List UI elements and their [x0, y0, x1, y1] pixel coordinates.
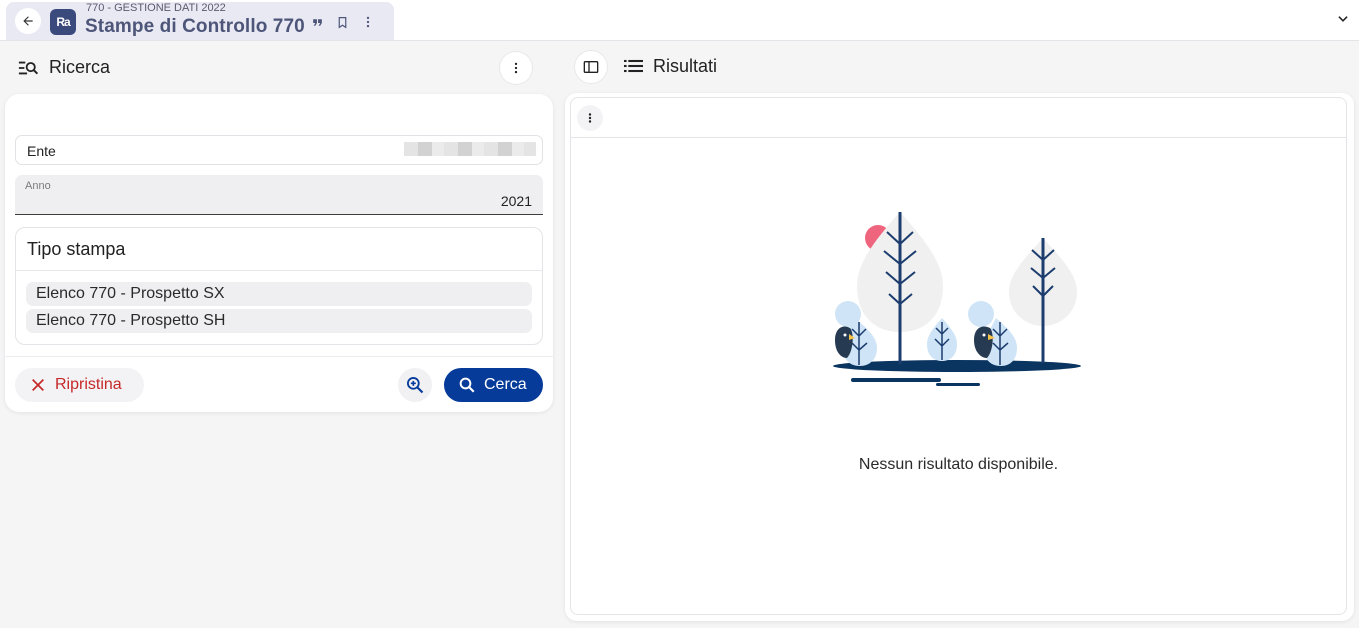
app-tab[interactable]: Ra 770 - GESTIONE DATI 2022 Stampe di Co… — [6, 2, 394, 40]
empty-message: Nessun risultato disponibile. — [858, 456, 1059, 473]
search-panel-title: Ricerca — [49, 57, 111, 77]
bookmark-icon — [338, 16, 346, 28]
tab-subtitle: 770 - GESTIONE DATI 2022 — [86, 2, 226, 14]
search-form-card: Ente Anno 2021 Tipo stampa Elenco 770 - … — [5, 94, 553, 412]
ente-field[interactable]: Ente — [15, 135, 543, 165]
sidebar-toggle-button[interactable] — [574, 50, 608, 84]
tipo-stampa-option[interactable]: Elenco 770 - Prospetto SX — [26, 282, 532, 306]
results-more-button[interactable] — [577, 105, 603, 131]
tipo-stampa-option[interactable]: Elenco 770 - Prospetto SH — [26, 309, 532, 333]
advanced-search-button[interactable] — [398, 368, 432, 402]
search-button[interactable]: Cerca — [444, 368, 543, 402]
quote-button[interactable] — [308, 13, 326, 31]
chevron-down-icon — [1338, 16, 1348, 22]
close-icon — [32, 379, 44, 391]
top-bar: Ra 770 - GESTIONE DATI 2022 Stampe di Co… — [0, 0, 1359, 41]
tipo-stampa-group: Tipo stampa Elenco 770 - Prospetto SX El… — [15, 227, 543, 345]
search-list-icon — [18, 61, 39, 75]
arrow-left-icon — [23, 16, 33, 26]
search-panel-header: Ricerca — [0, 48, 553, 88]
zoom-in-icon — [407, 377, 424, 394]
results-panel-header: Risultati — [565, 48, 1359, 88]
ente-label: Ente — [27, 143, 56, 159]
tab-more-button[interactable] — [359, 13, 377, 31]
more-vertical-icon — [588, 113, 592, 123]
reset-label: Ripristina — [55, 376, 122, 393]
list-icon — [624, 59, 643, 73]
reset-button[interactable]: Ripristina — [15, 368, 144, 402]
tipo-stampa-header: Tipo stampa — [16, 228, 542, 271]
empty-state-illustration — [833, 212, 1081, 386]
results-grid: Nessun risultato disponibile. — [570, 97, 1347, 615]
anno-value: 2021 — [500, 193, 532, 209]
more-vertical-icon — [514, 62, 518, 74]
search-label: Cerca — [484, 376, 527, 393]
anno-field[interactable]: Anno 2021 — [15, 175, 543, 215]
results-panel-title: Risultati — [653, 56, 718, 76]
search-more-button[interactable] — [499, 51, 533, 85]
bookmark-button[interactable] — [333, 13, 351, 31]
more-vertical-icon — [366, 16, 370, 28]
search-icon — [459, 377, 475, 393]
results-card: Nessun risultato disponibile. — [565, 93, 1354, 621]
app-logo-icon: Ra — [50, 9, 76, 35]
results-toolbar — [571, 98, 1346, 138]
tab-title: Stampe di Controllo 770 — [85, 16, 305, 37]
sidebar-toggle-icon — [583, 61, 599, 73]
back-button[interactable] — [15, 8, 41, 34]
anno-label: Anno — [25, 180, 51, 192]
divider — [5, 356, 553, 357]
ente-value-redacted — [404, 142, 536, 156]
quote-icon — [312, 18, 322, 26]
expand-button[interactable] — [1333, 9, 1353, 29]
tipo-stampa-title: Tipo stampa — [27, 239, 126, 259]
